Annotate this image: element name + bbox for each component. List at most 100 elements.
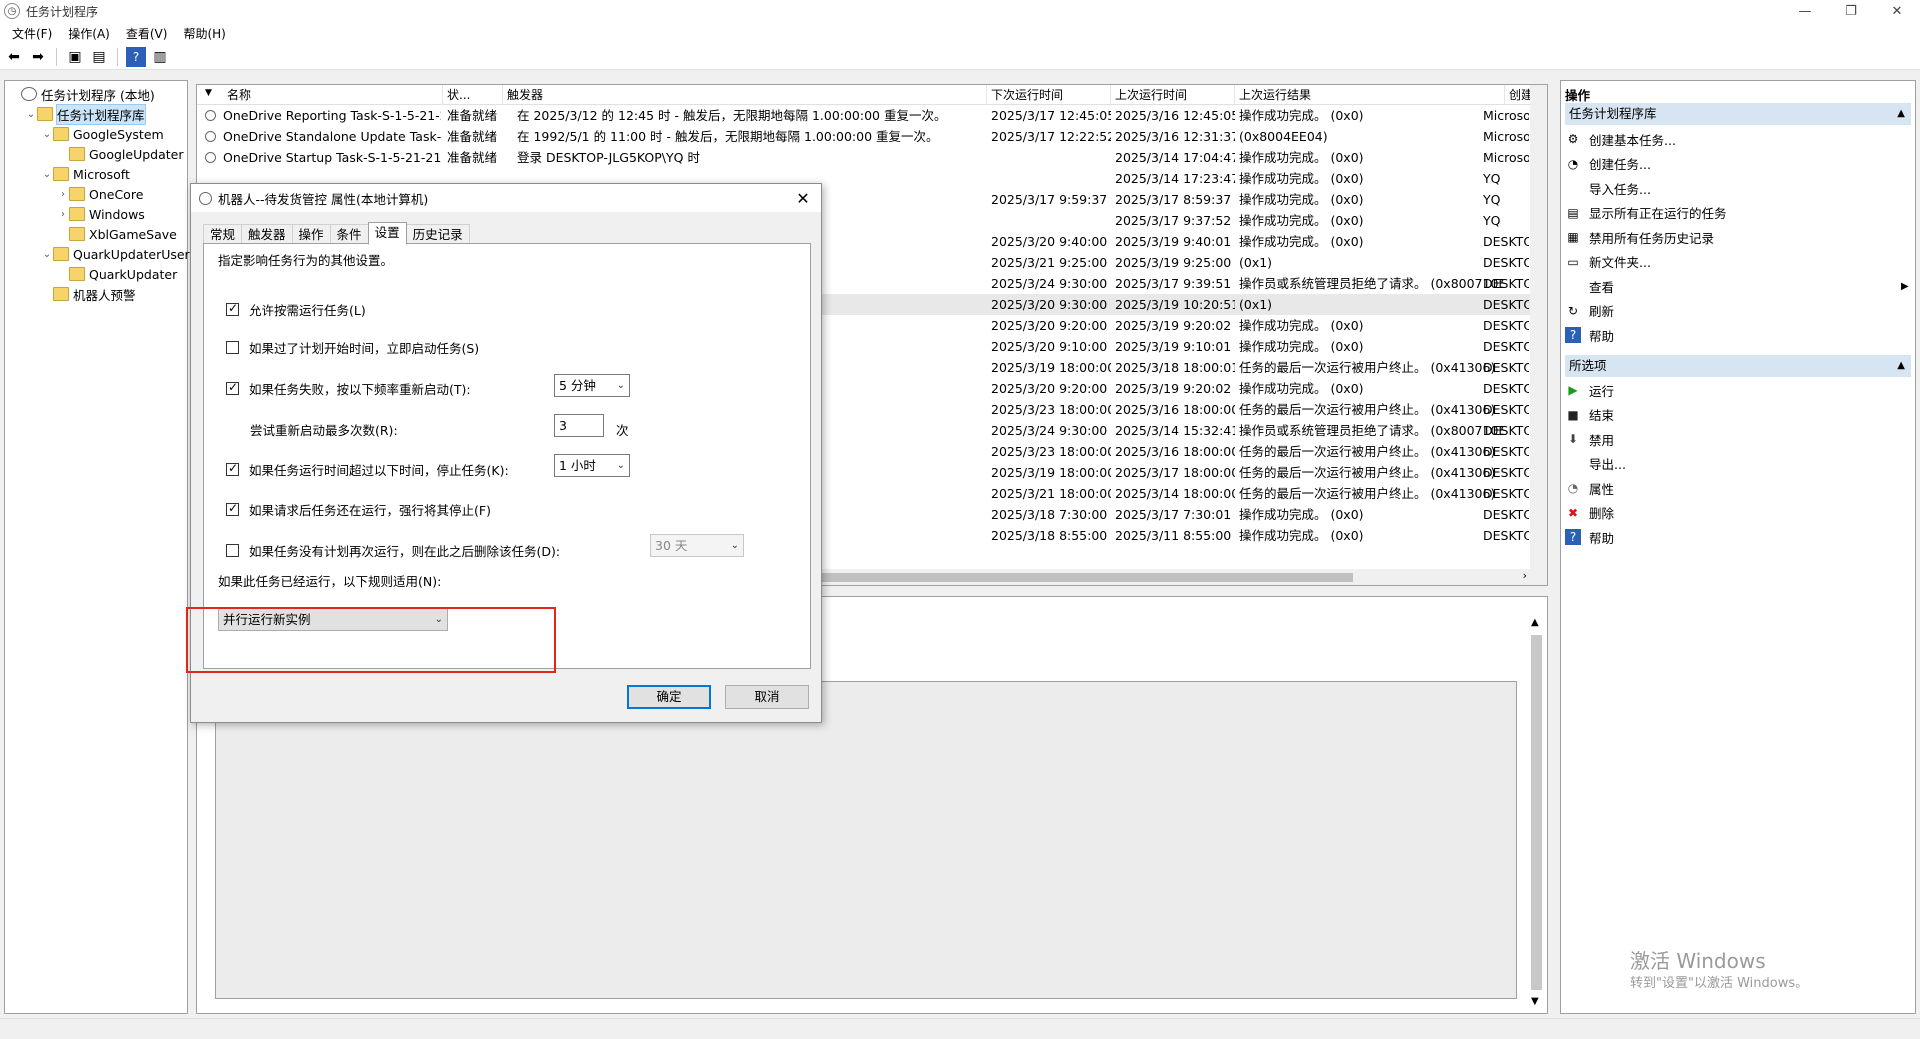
stop-after-select[interactable]: 1 小时 ⌄ [554, 454, 630, 477]
cell-next [991, 168, 1111, 189]
scroll-right-icon[interactable]: › [1523, 569, 1527, 582]
tree-item-label: XblGameSave [89, 226, 177, 242]
tree-item[interactable]: 任务计划程序 (本地) [9, 85, 155, 103]
action-item[interactable]: ⬇ 禁用 [1565, 429, 1614, 449]
title-bar: ◷ 任务计划程序 — ❐ ✕ [0, 0, 1920, 22]
expander-icon[interactable]: ⌄ [25, 109, 37, 120]
show-action-pane-icon[interactable]: ▥ [150, 47, 170, 67]
scrollbar-thumb[interactable] [1531, 635, 1542, 990]
tree-item[interactable]: XblGameSave [57, 225, 177, 243]
expander-icon[interactable]: ⌄ [41, 249, 53, 260]
action-item[interactable]: ↻ 刷新 [1565, 301, 1614, 321]
delete-task-option[interactable]: 如果任务没有计划再次运行，则在此之后删除该任务(D): [226, 541, 560, 560]
dialog-title-bar[interactable]: 机器人--待发货管控 属性(本地计算机) ✕ [191, 184, 821, 212]
column-trigger[interactable]: 触发器 [503, 85, 987, 105]
tree-item[interactable]: › Windows [57, 205, 145, 223]
list-vertical-scrollbar[interactable] [1530, 85, 1547, 569]
tree-item[interactable]: › OneCore [57, 185, 143, 203]
action-item[interactable]: ◔ 属性 [1565, 478, 1614, 498]
cell-author: DESKTOI [1483, 423, 1529, 438]
cancel-button[interactable]: 取消 [725, 685, 809, 709]
action-item[interactable]: ◔ 创建任务... [1565, 154, 1651, 174]
action-item[interactable]: ▦ 禁用所有任务历史记录 [1565, 227, 1714, 247]
action-item[interactable]: 查看 ▶ [1565, 276, 1909, 296]
menu-help[interactable]: 帮助(H) [175, 25, 233, 42]
back-icon[interactable]: ⬅ [4, 47, 24, 67]
tree-item[interactable]: ⌄ GoogleSystem [41, 125, 164, 143]
tree-item[interactable]: 机器人预警 [41, 285, 136, 303]
run-missed-checkbox[interactable] [226, 341, 239, 354]
tree-item[interactable]: ⌄ QuarkUpdaterUser [41, 245, 190, 263]
table-row[interactable]: OneDrive Standalone Update Task-S-... 准备就… [197, 126, 1547, 147]
action-item[interactable]: ▭ 新文件夹... [1565, 252, 1651, 272]
allow-demand-option[interactable]: 允许按需运行任务(L) [226, 300, 366, 319]
tree-item[interactable]: GoogleUpdater [57, 145, 184, 163]
stop-long-checkbox[interactable] [226, 461, 239, 476]
action-item[interactable]: ■ 结束 [1565, 405, 1614, 425]
action-item[interactable]: 导出... [1565, 454, 1626, 474]
tab-settings[interactable]: 设置 [367, 222, 407, 245]
collapse-icon[interactable]: ▲ [1897, 355, 1905, 377]
delete-after-select[interactable]: 30 天 ⌄ [650, 534, 744, 557]
menu-view[interactable]: 查看(V) [118, 25, 176, 42]
action-item[interactable]: ? 帮助 [1565, 527, 1614, 547]
expander-icon[interactable]: › [57, 209, 69, 220]
column-last-run[interactable]: 上次运行时间 [1111, 85, 1235, 105]
tree-item[interactable]: ⌄ 任务计划程序库 [25, 103, 146, 125]
column-last-result[interactable]: 上次运行结果 [1235, 85, 1505, 105]
restart-interval-select[interactable]: 5 分钟 ⌄ [554, 374, 630, 397]
delete-task-checkbox[interactable] [226, 544, 239, 557]
table-row[interactable]: OneDrive Startup Task-S-1-5-21-2141... 准备… [197, 147, 1547, 168]
actions-section-header[interactable]: 任务计划程序库 ▲ [1565, 103, 1911, 125]
action-item[interactable]: ▶ 运行 [1565, 380, 1614, 400]
stop-long-option[interactable]: 如果任务运行时间超过以下时间，停止任务(K): [226, 460, 509, 479]
close-button[interactable]: ✕ [1874, 0, 1920, 22]
restart-option[interactable]: 如果任务失败，按以下频率重新启动(T): [226, 379, 471, 398]
scroll-up-icon[interactable]: ▲ [1531, 617, 1539, 628]
help-icon[interactable]: ? [126, 46, 146, 67]
action-item[interactable]: ✖ 删除 [1565, 503, 1614, 523]
collapse-icon[interactable]: ▲ [1897, 103, 1905, 125]
forward-icon[interactable]: ➡ [28, 47, 48, 67]
force-stop-option[interactable]: 如果请求后任务还在运行，强行将其停止(F) [226, 500, 491, 519]
tab-actions[interactable]: 操作 [291, 224, 331, 244]
tree-item[interactable]: QuarkUpdater [57, 265, 177, 283]
restart-attempts-input[interactable]: 3 [554, 414, 604, 437]
detail-vertical-scrollbar[interactable]: ▲ ▼ [1528, 617, 1545, 1007]
action-item[interactable]: ⚙ 创建基本任务... [1565, 129, 1676, 149]
ok-button[interactable]: 确定 [627, 685, 711, 709]
minimize-button[interactable]: — [1782, 0, 1828, 22]
action-item[interactable]: ? 帮助 [1565, 325, 1614, 345]
force-stop-checkbox[interactable] [226, 501, 239, 516]
tab-triggers[interactable]: 触发器 [241, 224, 293, 244]
tab-general[interactable]: 常规 [203, 224, 243, 244]
action-item[interactable]: 导入任务... [1565, 178, 1651, 198]
tree-item[interactable]: ⌄ Microsoft [41, 165, 130, 183]
column-name[interactable]: 名称 [223, 85, 443, 105]
tab-history[interactable]: 历史记录 [405, 224, 470, 244]
run-missed-option[interactable]: 如果过了计划开始时间，立即启动任务(S) [226, 338, 479, 357]
up-folder-icon[interactable]: ▣ [65, 47, 85, 67]
action-item[interactable]: ▤ 显示所有正在运行的任务 [1565, 203, 1726, 223]
maximize-button[interactable]: ❐ [1828, 0, 1874, 22]
menu-action[interactable]: 操作(A) [60, 25, 118, 42]
expander-icon[interactable]: › [57, 189, 69, 200]
cell-last: 2025/3/17 7:30:01 [1115, 507, 1232, 522]
column-status[interactable]: 状... [443, 85, 503, 105]
table-row[interactable]: OneDrive Reporting Task-S-1-5-21-21... 准备… [197, 105, 1547, 126]
allow-demand-checkbox[interactable] [226, 301, 239, 316]
menu-file[interactable]: 文件(F) [4, 25, 60, 42]
cell-next: 2025/3/20 9:20:00 [991, 318, 1108, 333]
expander-icon[interactable]: ⌄ [41, 169, 53, 180]
tab-conditions[interactable]: 条件 [329, 224, 369, 244]
restart-checkbox[interactable] [226, 380, 239, 395]
expander-icon[interactable]: ⌄ [41, 129, 53, 140]
scroll-down-icon[interactable]: ▼ [1531, 996, 1539, 1007]
actions-section-header[interactable]: 所选项 ▲ [1565, 355, 1911, 377]
show-hide-tree-icon[interactable]: ▤ [89, 47, 109, 67]
close-icon[interactable]: ✕ [791, 186, 815, 210]
cell-result: 操作成功完成。 (0x0) [1239, 381, 1364, 396]
cell-result: 操作成功完成。 (0x0) [1239, 150, 1364, 165]
column-next-run[interactable]: 下次运行时间 [987, 85, 1111, 105]
sort-icon: ▼ [205, 88, 212, 98]
